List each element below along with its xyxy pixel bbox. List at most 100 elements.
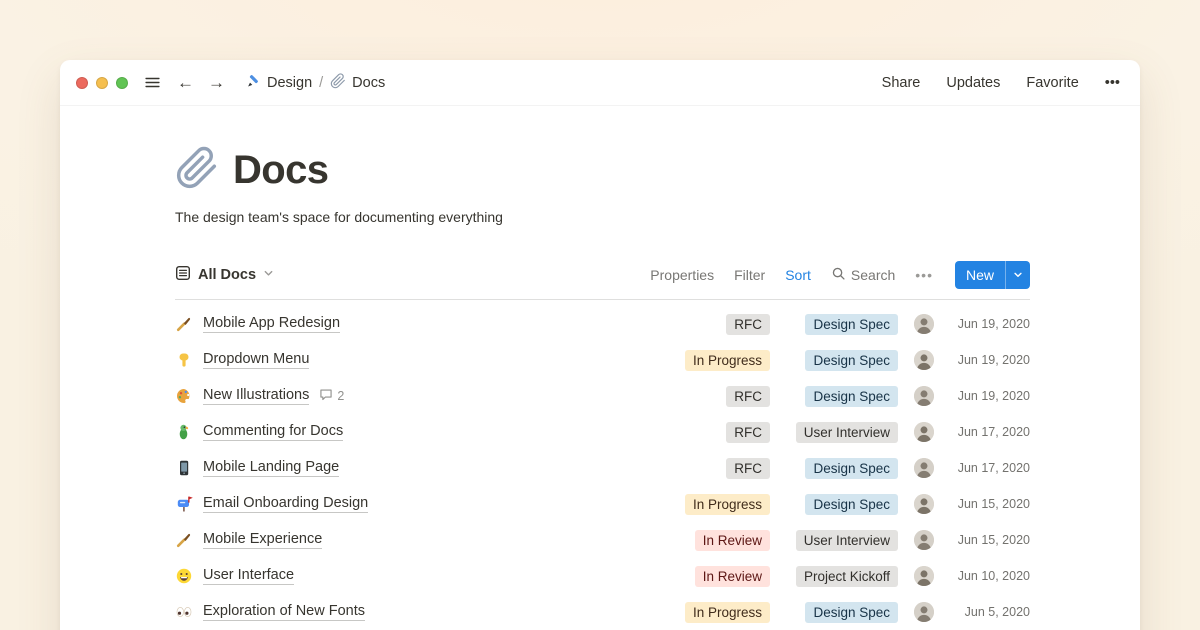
hamburger-menu-icon[interactable]	[144, 74, 161, 91]
table-row[interactable]: Commenting for Docs RFC User Interview J…	[175, 414, 1030, 450]
comment-count[interactable]: 2	[319, 388, 344, 405]
paintbrush-icon	[175, 531, 193, 549]
table-row[interactable]: Email Onboarding Design In Progress Desi…	[175, 486, 1030, 522]
date-cell: Jun 15, 2020	[950, 497, 1030, 511]
zoom-button[interactable]	[116, 77, 128, 89]
row-main: Email Onboarding Design	[175, 495, 659, 513]
paperclip-page-icon[interactable]	[175, 146, 219, 195]
type-badge[interactable]: User Interview	[796, 422, 898, 443]
comment-bubble-icon	[319, 388, 333, 405]
doc-title-link[interactable]: Commenting for Docs	[203, 423, 343, 441]
doc-title-link[interactable]: Dropdown Menu	[203, 351, 309, 369]
status-badge[interactable]: In Progress	[685, 350, 770, 371]
doc-title-link[interactable]: Exploration of New Fonts	[203, 603, 365, 621]
doc-title-link[interactable]: Email Onboarding Design	[203, 495, 368, 513]
avatar	[914, 422, 934, 442]
pen-icon	[245, 73, 261, 93]
doc-title-link[interactable]: Mobile Landing Page	[203, 459, 339, 477]
search-label: Search	[851, 267, 895, 283]
toolbar-more-icon[interactable]: •••	[915, 267, 933, 283]
table-row[interactable]: Dropdown Menu In Progress Design Spec Ju…	[175, 342, 1030, 378]
comment-count-value: 2	[337, 389, 344, 403]
table-row[interactable]: Mobile App Redesign RFC Design Spec Jun …	[175, 306, 1030, 342]
view-label: All Docs	[198, 267, 256, 283]
updates-button[interactable]: Updates	[946, 75, 1000, 91]
app-window: ← → Design / Docs Share	[60, 60, 1140, 630]
table-row[interactable]: Exploration of New Fonts In Progress Des…	[175, 594, 1030, 630]
breadcrumb: Design / Docs	[245, 73, 385, 93]
minimize-button[interactable]	[96, 77, 108, 89]
mailbox-icon	[175, 495, 193, 513]
table-row[interactable]: Mobile Experience In Review User Intervi…	[175, 522, 1030, 558]
page-subtitle: The design team's space for documenting …	[175, 209, 1030, 225]
date-cell: Jun 17, 2020	[950, 425, 1030, 439]
doc-title-link[interactable]: Mobile Experience	[203, 531, 322, 549]
titlebar-actions: Share Updates Favorite •••	[882, 75, 1120, 91]
page-title: Docs	[233, 148, 328, 193]
doc-title-link[interactable]: New Illustrations	[203, 387, 309, 405]
back-arrow-icon[interactable]: ←	[177, 74, 194, 91]
type-badge[interactable]: Design Spec	[805, 386, 898, 407]
date-cell: Jun 19, 2020	[950, 317, 1030, 331]
date-cell: Jun 17, 2020	[950, 461, 1030, 475]
backhand-index-pointing-down-icon	[175, 351, 193, 369]
mobile-phone-icon	[175, 459, 193, 477]
avatar	[914, 530, 934, 550]
table-toolbar: All Docs Properties Filter Sort Search •…	[175, 261, 1030, 300]
sort-button[interactable]: Sort	[785, 267, 811, 283]
table-row[interactable]: Mobile Landing Page RFC Design Spec Jun …	[175, 450, 1030, 486]
view-switcher[interactable]: All Docs	[175, 265, 274, 286]
table-row[interactable]: New Illustrations 2 RFC Design Spec Jun …	[175, 378, 1030, 414]
avatar	[914, 386, 934, 406]
breadcrumb-item-docs[interactable]: Docs	[330, 73, 385, 93]
type-badge[interactable]: Design Spec	[805, 350, 898, 371]
avatar	[914, 458, 934, 478]
new-button-label[interactable]: New	[955, 261, 1005, 289]
doc-title-link[interactable]: Mobile App Redesign	[203, 315, 340, 333]
breadcrumb-item-design[interactable]: Design	[245, 73, 312, 93]
type-badge[interactable]: User Interview	[796, 530, 898, 551]
avatar	[914, 494, 934, 514]
type-badge[interactable]: Design Spec	[805, 458, 898, 479]
avatar	[914, 350, 934, 370]
status-badge[interactable]: RFC	[726, 314, 770, 335]
avatar	[914, 566, 934, 586]
row-main: Commenting for Docs	[175, 423, 659, 441]
row-main: Exploration of New Fonts	[175, 603, 659, 621]
row-main: Dropdown Menu	[175, 351, 659, 369]
status-badge[interactable]: RFC	[726, 386, 770, 407]
status-badge[interactable]: In Progress	[685, 494, 770, 515]
table-row[interactable]: User Interface In Review Project Kickoff…	[175, 558, 1030, 594]
favorite-button[interactable]: Favorite	[1026, 75, 1078, 91]
status-badge[interactable]: RFC	[726, 422, 770, 443]
status-badge[interactable]: In Progress	[685, 602, 770, 623]
date-cell: Jun 10, 2020	[950, 569, 1030, 583]
breadcrumb-separator: /	[319, 75, 323, 91]
close-button[interactable]	[76, 77, 88, 89]
artist-palette-icon	[175, 387, 193, 405]
search-button[interactable]: Search	[831, 266, 895, 284]
type-badge[interactable]: Design Spec	[805, 602, 898, 623]
new-button-dropdown[interactable]	[1005, 261, 1030, 289]
more-options-icon[interactable]: •••	[1105, 75, 1120, 91]
type-badge[interactable]: Project Kickoff	[796, 566, 898, 587]
chevron-down-icon	[263, 266, 274, 284]
filter-button[interactable]: Filter	[734, 267, 765, 283]
status-badge[interactable]: RFC	[726, 458, 770, 479]
paintbrush-icon	[175, 315, 193, 333]
titlebar: ← → Design / Docs Share	[60, 60, 1140, 106]
share-button[interactable]: Share	[882, 75, 921, 91]
forward-arrow-icon[interactable]: →	[208, 74, 225, 91]
doc-title-link[interactable]: User Interface	[203, 567, 294, 585]
table-view-icon	[175, 265, 191, 286]
status-badge[interactable]: In Review	[695, 530, 770, 551]
new-button[interactable]: New	[955, 261, 1030, 289]
avatar	[914, 314, 934, 334]
row-main: Mobile App Redesign	[175, 315, 659, 333]
toolbar-right: Properties Filter Sort Search ••• New	[650, 261, 1030, 289]
properties-button[interactable]: Properties	[650, 267, 714, 283]
page-header: Docs	[175, 146, 1030, 195]
status-badge[interactable]: In Review	[695, 566, 770, 587]
type-badge[interactable]: Design Spec	[805, 314, 898, 335]
type-badge[interactable]: Design Spec	[805, 494, 898, 515]
